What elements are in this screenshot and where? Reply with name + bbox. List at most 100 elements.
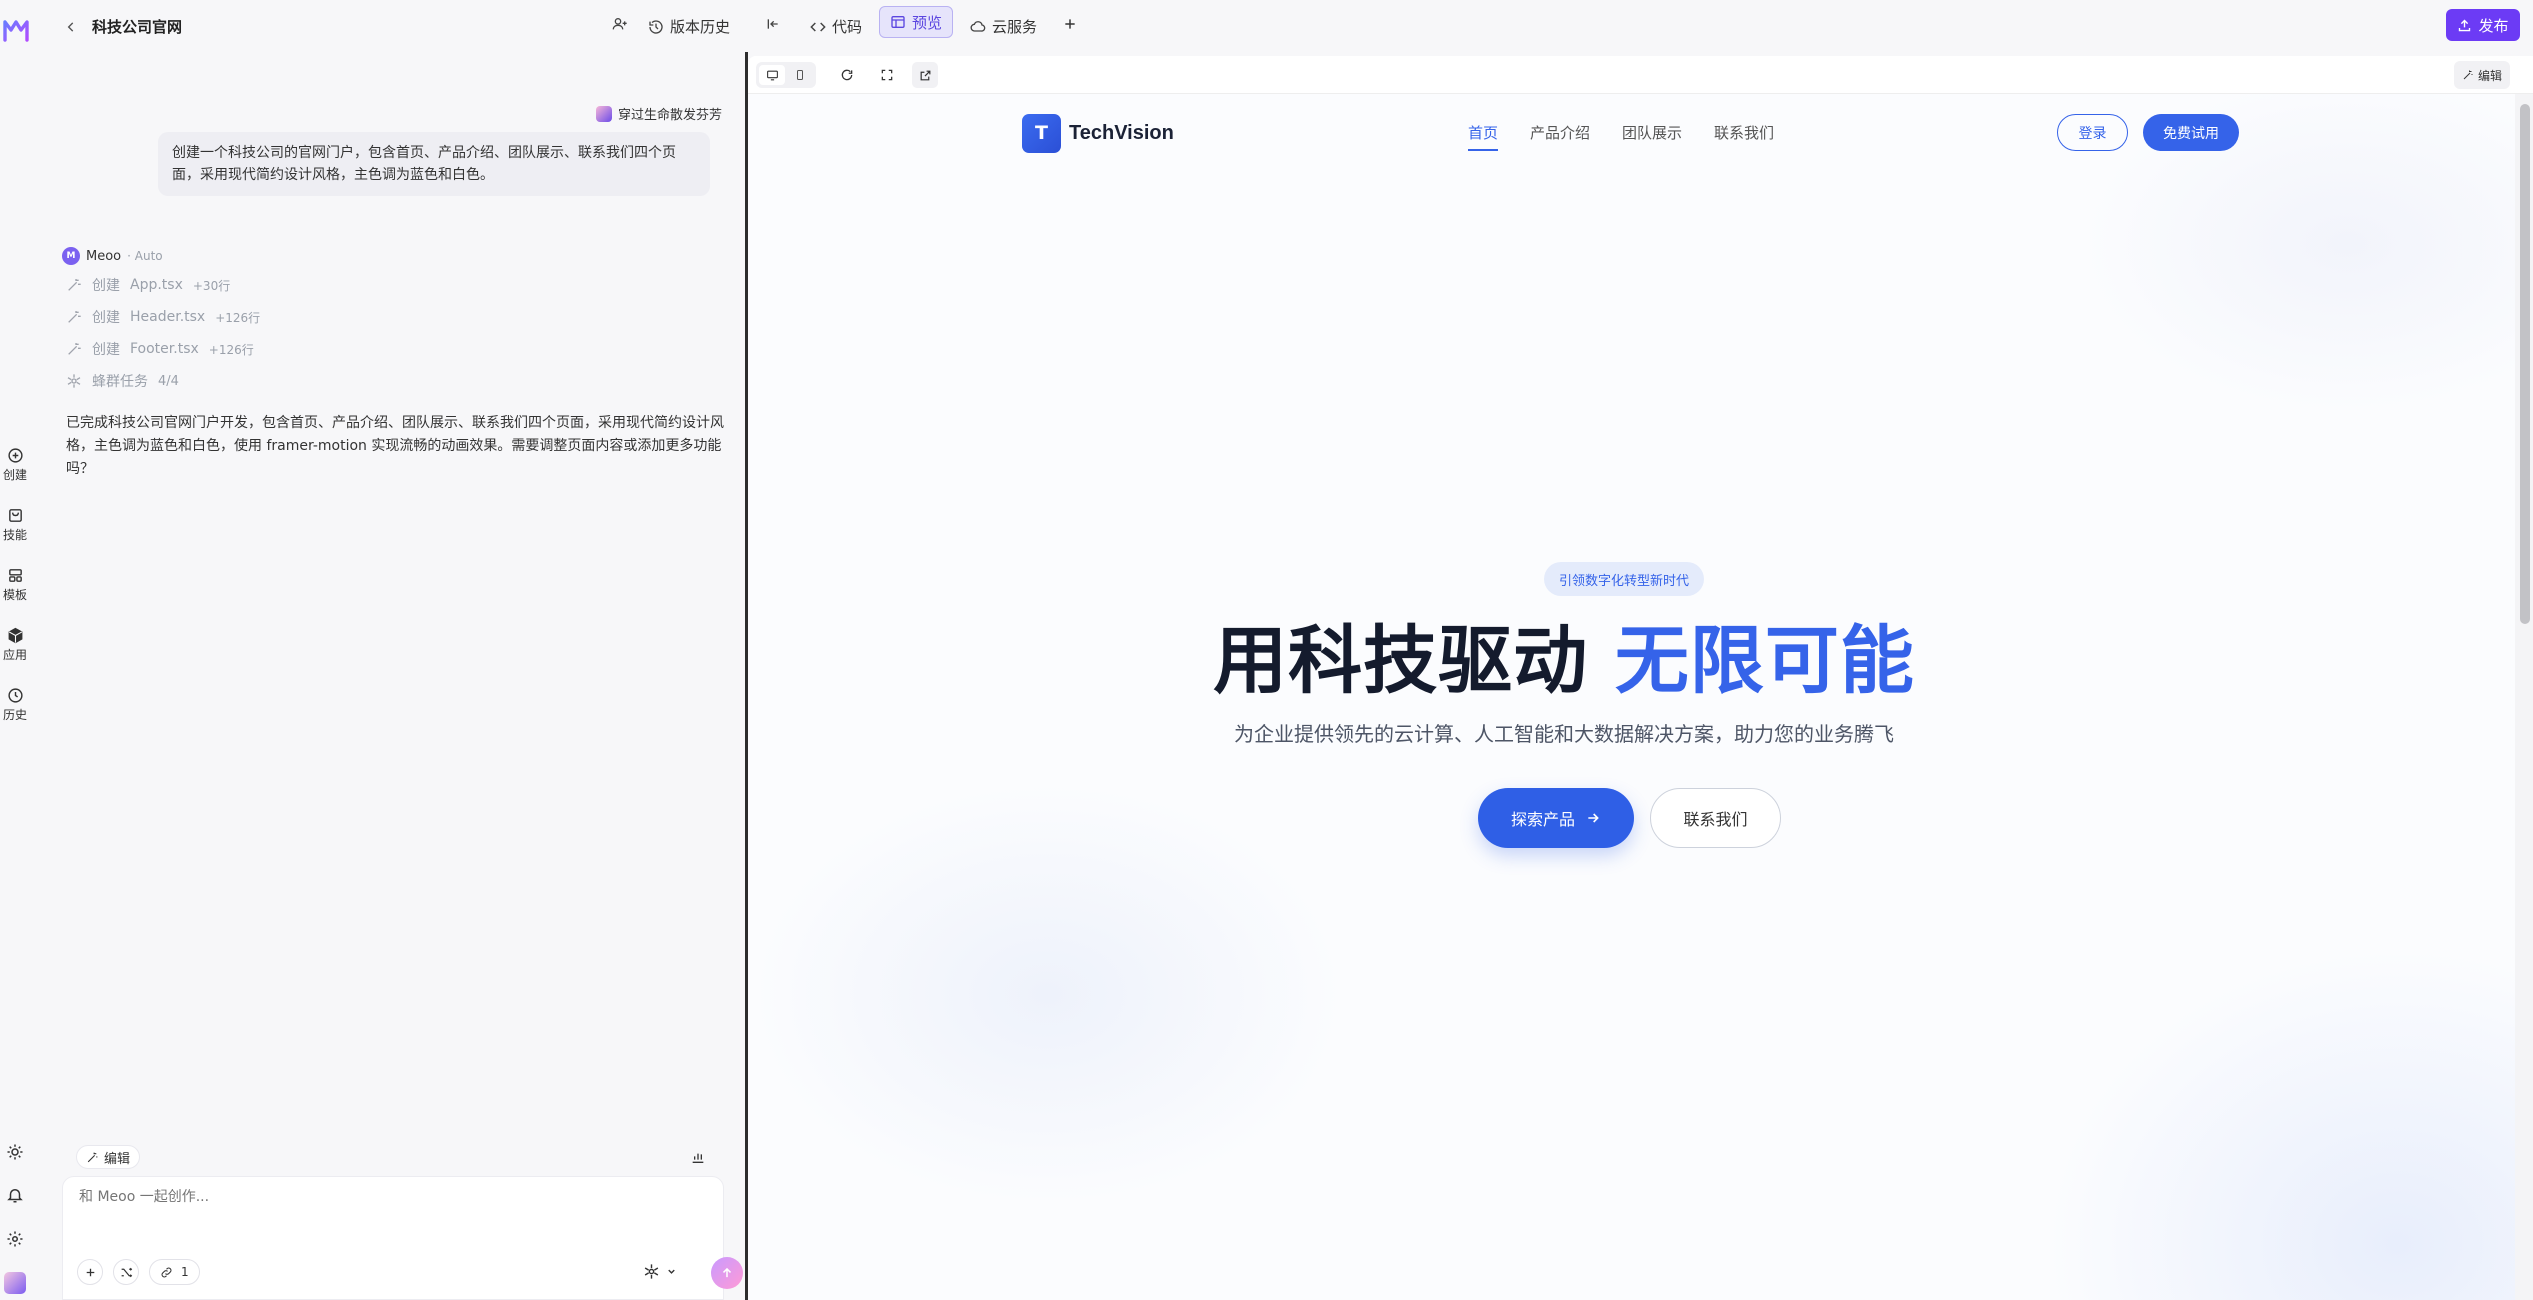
desktop-view-button[interactable]: [759, 65, 785, 85]
rail-item-create[interactable]: 创建: [0, 447, 30, 483]
plus-icon: [1062, 16, 1078, 32]
hero-headline-dark: 用科技驱动: [1213, 618, 1589, 704]
site-nav-label: 联系我们: [1714, 124, 1775, 142]
assistant-reply: 已完成科技公司官网门户开发，包含首页、产品介绍、团队展示、联系我们四个页面，采用…: [66, 412, 736, 481]
swarm-icon: [66, 373, 82, 389]
project-title: 科技公司官网: [92, 18, 183, 36]
version-history-label: 版本历史: [670, 18, 731, 36]
grid-icon: [0, 567, 30, 584]
magic-wand-icon: [2463, 70, 2473, 80]
agent-mode-selector[interactable]: [643, 1263, 677, 1280]
site-nav-contact[interactable]: 联系我们: [1714, 122, 1774, 143]
collaborators-button[interactable]: [612, 16, 628, 32]
upload-icon: [2457, 18, 2472, 33]
magic-wand-icon: [66, 341, 82, 357]
action-count: +126行: [215, 310, 261, 325]
app-logo[interactable]: [2, 18, 30, 42]
swarm-icon: [644, 1264, 659, 1279]
usage-chart-button[interactable]: [690, 1149, 706, 1165]
action-item[interactable]: 创建 Footer.tsx +126行: [66, 339, 254, 359]
site-canvas: T TechVision 首页 产品介绍 团队展示 联系我们 登录 免费试用 引…: [748, 94, 2533, 1300]
hero-contact-button[interactable]: 联系我们: [1650, 788, 1781, 848]
edit-chip-label: 编辑: [104, 1151, 131, 1167]
expand-icon: [881, 69, 893, 81]
context-files-button[interactable]: 1: [149, 1259, 200, 1285]
action-file: Header.tsx: [130, 309, 206, 325]
send-button[interactable]: [711, 1257, 743, 1289]
open-external-button[interactable]: [912, 62, 938, 88]
preview-scrollbar-thumb[interactable]: [2520, 104, 2530, 624]
visual-edit-button[interactable]: 编辑: [2454, 61, 2511, 89]
hero-headline-accent: 无限可能: [1614, 618, 1915, 704]
user-avatar[interactable]: [4, 1272, 26, 1294]
site-nav-label: 团队展示: [1622, 124, 1683, 142]
preview-tab[interactable]: 预览: [879, 6, 954, 38]
site-brand[interactable]: T TechVision: [1022, 114, 1174, 153]
user-message-text: 创建一个科技公司的官网门户，包含首页、产品介绍、团队展示、联系我们四个页面，采用…: [172, 145, 676, 183]
chat-panel: 穿过生命散发芬芳 创建一个科技公司的官网门户，包含首页、产品介绍、团队展示、联系…: [32, 52, 744, 1300]
meoo-logo-icon: [3, 20, 29, 42]
assistant-reply-text: 已完成科技公司官网门户开发，包含首页、产品介绍、团队展示、联系我们四个页面，采用…: [66, 415, 724, 477]
attach-button[interactable]: [77, 1259, 103, 1285]
hero-contact-label: 联系我们: [1683, 810, 1748, 829]
site-nav-team[interactable]: 团队展示: [1622, 122, 1682, 143]
hero-explore-label: 探索产品: [1510, 810, 1575, 829]
publish-label: 发布: [2478, 16, 2509, 35]
panel-collapse-icon: [765, 16, 781, 32]
rail-item-templates[interactable]: 模板: [0, 567, 30, 603]
fullscreen-button[interactable]: [880, 68, 894, 82]
rail-item-skills[interactable]: 技能: [0, 507, 30, 543]
shuffle-button[interactable]: [113, 1259, 139, 1285]
phone-icon: [797, 70, 803, 80]
layout-icon: [890, 14, 906, 30]
refresh-button[interactable]: [840, 68, 854, 82]
site-nav-home[interactable]: 首页: [1468, 122, 1499, 151]
notifications-button[interactable]: [6, 1186, 24, 1204]
site-nav-products[interactable]: 产品介绍: [1530, 122, 1590, 143]
user-name: 穿过生命散发芬芳: [617, 108, 722, 123]
cloud-service-tab[interactable]: 云服务: [970, 16, 1037, 37]
site-trial-button[interactable]: 免费试用: [2143, 114, 2239, 151]
code-tab[interactable]: 代码: [810, 16, 862, 37]
hero-subtitle-text: 为企业提供领先的云计算、人工智能和大数据解决方案，助力您的业务腾飞: [1234, 722, 1894, 746]
magic-wand-icon: [86, 1151, 99, 1164]
magic-wand-icon: [66, 309, 82, 325]
assistant-mode: · Auto: [127, 249, 163, 263]
collapse-panel-button[interactable]: [765, 16, 781, 32]
action-item[interactable]: 创建 Header.tsx +126行: [66, 307, 260, 327]
bell-icon: [7, 1189, 23, 1203]
cloud-icon: [970, 19, 986, 35]
site-nav-label: 首页: [1468, 124, 1499, 142]
action-verb: 创建: [92, 310, 120, 326]
settings-button[interactable]: [6, 1230, 24, 1248]
site-login-button[interactable]: 登录: [2057, 114, 2128, 151]
action-count: +30行: [192, 278, 231, 293]
edit-chip[interactable]: 编辑: [76, 1145, 141, 1169]
rail-item-apps[interactable]: 应用: [0, 627, 30, 663]
user-message-bubble: 创建一个科技公司的官网门户，包含首页、产品介绍、团队展示、联系我们四个页面，采用…: [158, 132, 710, 196]
action-count: +126行: [208, 342, 254, 357]
add-tab-button[interactable]: [1062, 16, 1078, 32]
monitor-icon: [766, 70, 778, 80]
hero-explore-button[interactable]: 探索产品: [1478, 788, 1634, 848]
hero-badge: 引领数字化转型新时代: [1544, 562, 1705, 596]
plus-icon: [86, 1268, 94, 1276]
site-brand-name: TechVision: [1069, 122, 1174, 144]
publish-button[interactable]: 发布: [2446, 9, 2520, 41]
preview-toolbar: 编辑: [748, 56, 2533, 94]
user-add-icon: [612, 16, 628, 32]
back-chevron-icon[interactable]: [64, 20, 78, 34]
swarm-count: 4/4: [158, 373, 179, 389]
theme-toggle[interactable]: [6, 1143, 24, 1161]
message-input[interactable]: [79, 1189, 679, 1205]
action-verb: 创建: [92, 342, 120, 358]
mobile-view-button[interactable]: [787, 65, 813, 85]
cube-icon: [0, 627, 30, 644]
swarm-task-row[interactable]: 蜂群任务 4/4: [66, 371, 179, 391]
action-item[interactable]: 创建 App.tsx +30行: [66, 275, 230, 295]
site-login-label: 登录: [2078, 125, 2107, 142]
rail-item-history[interactable]: 历史: [0, 687, 30, 723]
site-nav-label: 产品介绍: [1530, 124, 1591, 142]
version-history-button[interactable]: 版本历史: [648, 16, 730, 37]
rail-item-label: 应用: [2, 648, 27, 662]
